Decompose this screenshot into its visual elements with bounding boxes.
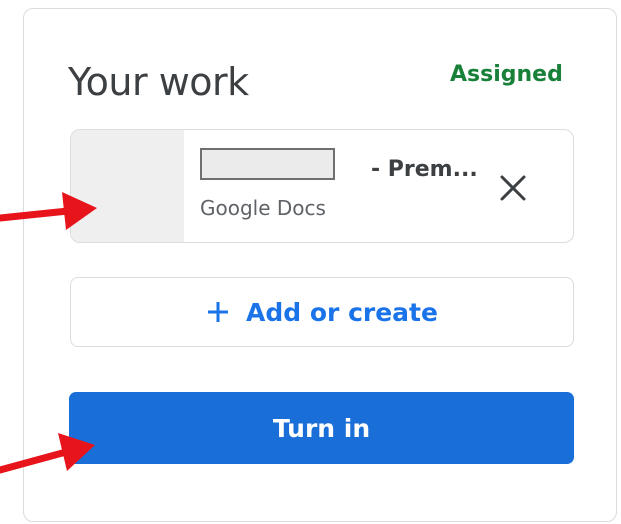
- close-icon: [500, 175, 526, 201]
- attachment-title[interactable]: - Prem...: [371, 155, 478, 185]
- redacted-title-box: [200, 148, 335, 180]
- attachment-type: Google Docs: [200, 196, 326, 220]
- status-badge: Assigned: [450, 62, 563, 87]
- add-or-create-button[interactable]: Add or create: [70, 277, 574, 347]
- turn-in-button[interactable]: Turn in: [69, 392, 574, 464]
- add-or-create-label: Add or create: [246, 297, 438, 327]
- panel-title: Your work: [68, 60, 249, 104]
- screenshot: Your work Assigned - Prem... Google Docs…: [0, 0, 621, 524]
- plus-icon: [208, 302, 229, 322]
- remove-attachment-button[interactable]: [493, 168, 533, 208]
- attachment-card[interactable]: - Prem... Google Docs: [70, 129, 574, 243]
- turn-in-label: Turn in: [272, 413, 371, 443]
- attachment-thumbnail[interactable]: [71, 130, 184, 242]
